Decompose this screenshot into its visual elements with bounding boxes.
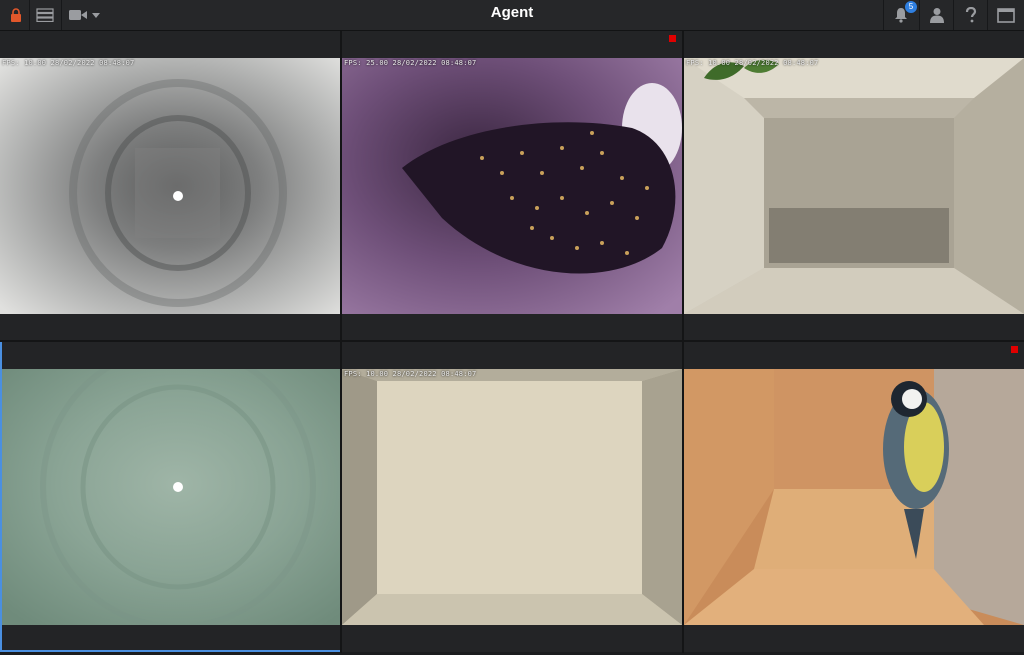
- page-title: Agent: [490, 4, 534, 21]
- server-icon[interactable]: [33, 4, 57, 26]
- grid-divider: [340, 31, 342, 653]
- camera-feed[interactable]: [342, 369, 682, 625]
- lock-icon[interactable]: [7, 4, 25, 26]
- recording-indicator: [1011, 346, 1018, 353]
- selected-tile-indicator: [0, 342, 2, 652]
- camera-tile[interactable]: FPS: 25.00 28/02/2022 08:48:07: [342, 31, 682, 341]
- help-icon[interactable]: [961, 4, 981, 26]
- camera-tile[interactable]: [0, 342, 340, 652]
- user-icon[interactable]: [927, 4, 947, 26]
- camera-feed[interactable]: [684, 369, 1024, 625]
- camera-feed[interactable]: [0, 58, 340, 314]
- camera-grid: FPS: 10.00 28/02/2022 08:48:07 FPS: 25.0…: [0, 31, 1024, 653]
- camera-overlay-text: FPS: 10.00 28/02/2022 08:48:07: [2, 59, 135, 67]
- camera-feed[interactable]: [342, 58, 682, 314]
- camera-tile[interactable]: [684, 342, 1024, 652]
- bell-icon[interactable]: 5: [891, 1, 917, 26]
- video-camera-icon[interactable]: [67, 4, 89, 26]
- notification-count-badge: 5: [905, 1, 917, 13]
- camera-tile[interactable]: FPS: 10.00 28/02/2022 08:48:07: [0, 31, 340, 341]
- camera-overlay-text: FPS: 25.00 28/02/2022 08:48:07: [344, 59, 477, 67]
- grid-divider: [682, 31, 684, 653]
- camera-tile[interactable]: FPS: 10.00 28/02/2022 08:48:07: [342, 342, 682, 652]
- top-bar: Agent 5: [0, 0, 1024, 31]
- selected-tile-indicator: [0, 650, 340, 652]
- camera-tile[interactable]: FPS: 10.00 28/02/2022 08:48:07: [684, 31, 1024, 341]
- chevron-down-icon[interactable]: [91, 4, 101, 26]
- camera-feed[interactable]: [684, 58, 1024, 314]
- window-icon[interactable]: [995, 4, 1017, 26]
- camera-overlay-text: FPS: 10.00 28/02/2022 08:48:07: [344, 370, 477, 378]
- camera-overlay-text: FPS: 10.00 28/02/2022 08:48:07: [686, 59, 819, 67]
- grid-divider: [0, 340, 1024, 342]
- recording-indicator: [669, 35, 676, 42]
- camera-feed[interactable]: [0, 369, 340, 625]
